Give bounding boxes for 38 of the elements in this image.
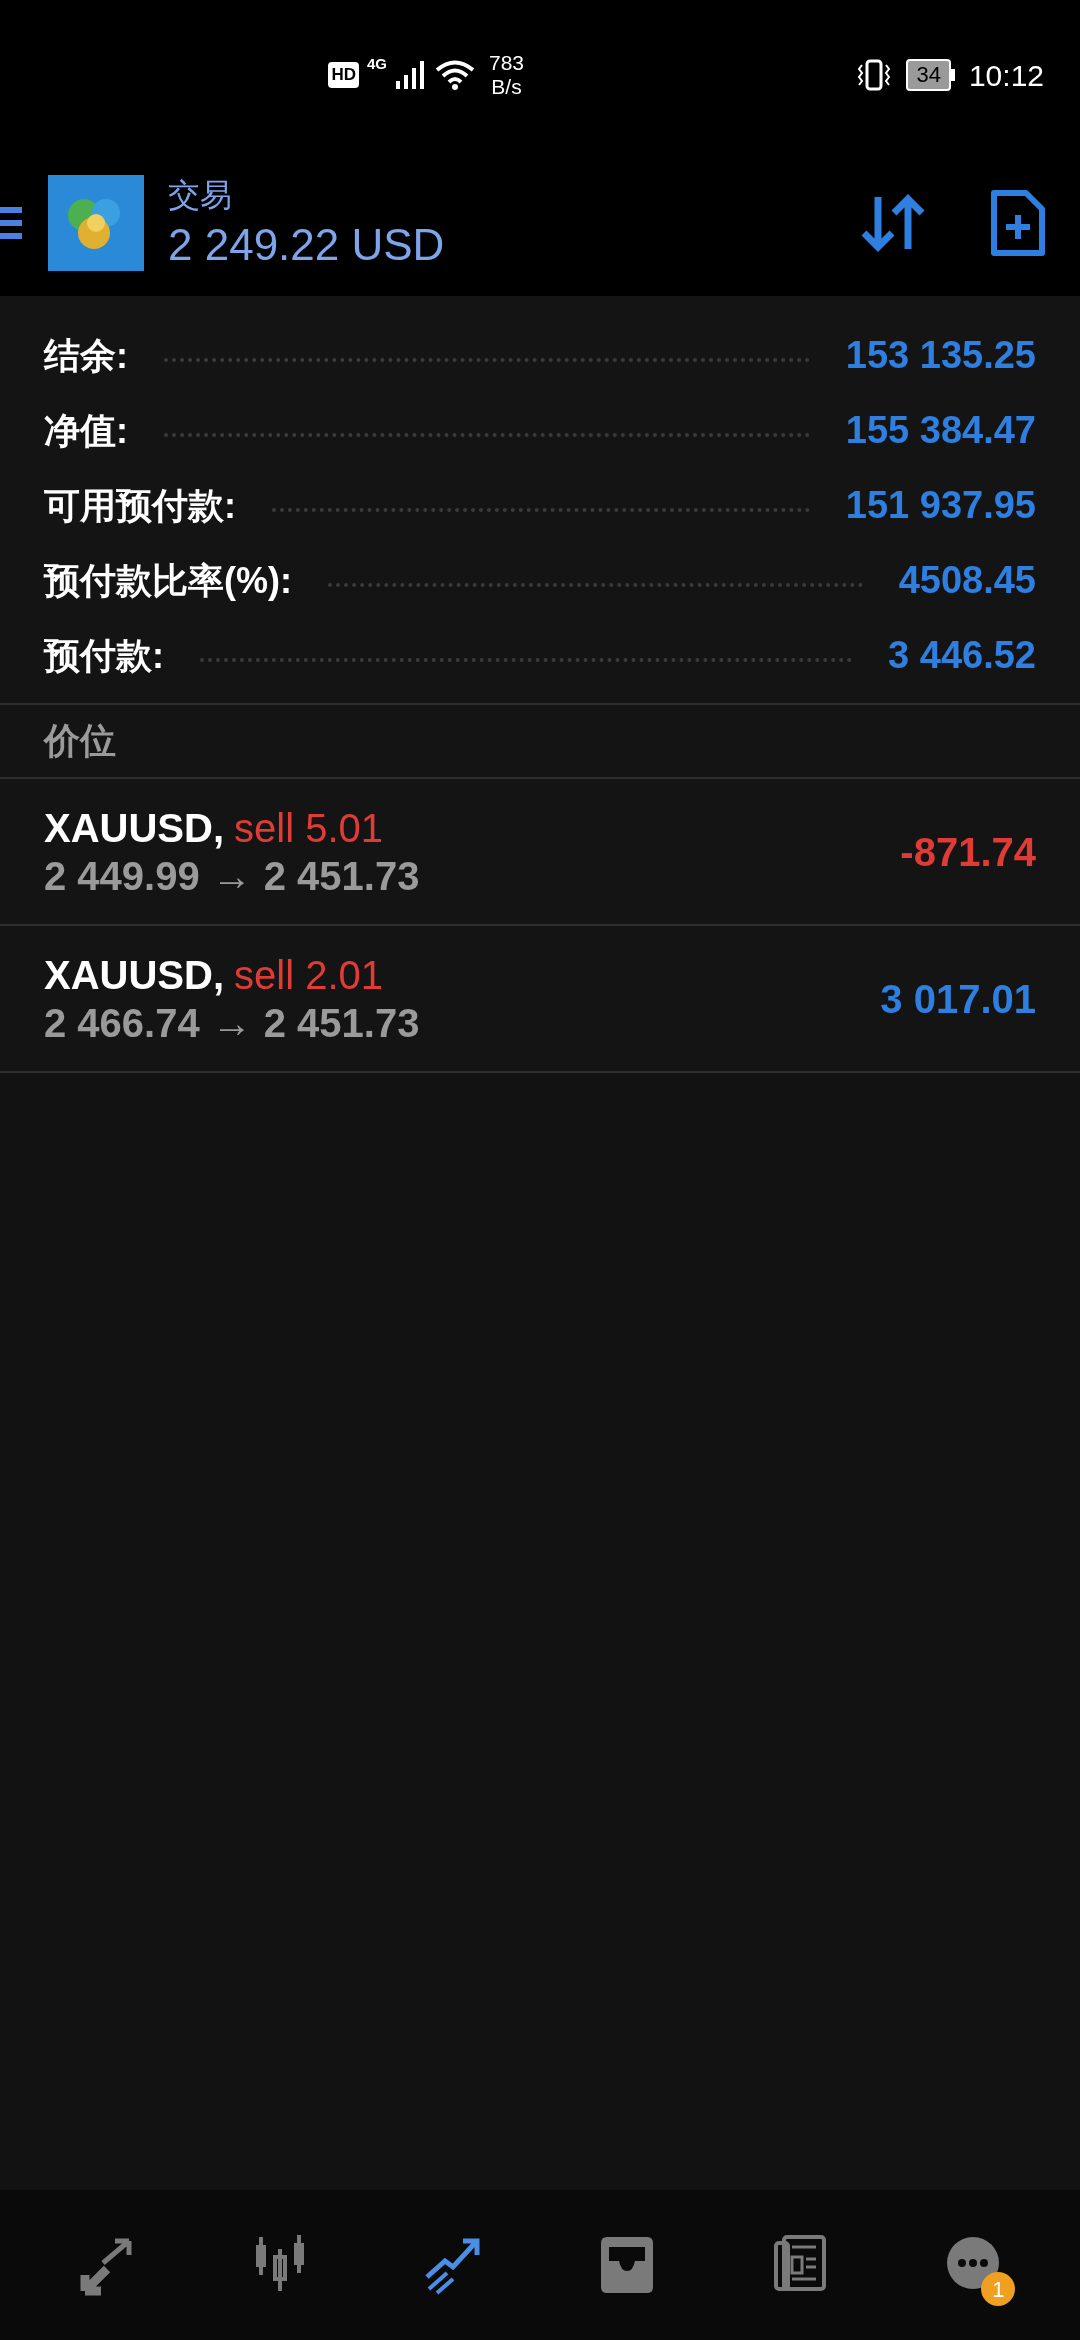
speed-unit: B/s bbox=[491, 75, 522, 99]
current-price: 2 451.73 bbox=[263, 855, 420, 896]
summary-label: 结余: bbox=[44, 333, 128, 378]
signal-icon bbox=[395, 59, 427, 91]
profit-value: 3 017.01 bbox=[880, 975, 1036, 1023]
vibrate-icon bbox=[856, 57, 893, 93]
summary-value: 3 446.52 bbox=[888, 633, 1036, 678]
network-speed: 783 bbox=[489, 51, 525, 75]
account-balance: 2 249.22 USD bbox=[168, 223, 445, 267]
section-header: 价位 bbox=[44, 719, 116, 763]
hd-indicator: HD bbox=[328, 62, 359, 88]
symbol-label: XAUUSD, bbox=[44, 954, 225, 995]
summary-label: 预付款: bbox=[44, 633, 164, 678]
order-side: sell 2.01 bbox=[234, 954, 383, 995]
notification-badge: 1 bbox=[981, 2272, 1016, 2306]
battery-indicator: 34 bbox=[906, 59, 955, 91]
open-price: 2 449.99 bbox=[44, 855, 200, 896]
wifi-icon bbox=[435, 59, 475, 91]
summary-value: 4508.45 bbox=[898, 558, 1036, 603]
menu-icon[interactable] bbox=[0, 205, 22, 241]
clock: 10:12 bbox=[968, 57, 1044, 94]
profit-value: -871.74 bbox=[900, 828, 1036, 876]
network-type: 4G bbox=[366, 54, 387, 74]
arrow-symbol: → bbox=[211, 1002, 252, 1043]
app-logo-icon bbox=[48, 175, 144, 271]
open-price: 2 466.74 bbox=[44, 1002, 200, 1043]
summary-value: 155 384.47 bbox=[845, 408, 1036, 453]
arrow-symbol: → bbox=[211, 855, 252, 896]
summary-label: 可用预付款: bbox=[44, 483, 236, 528]
summary-label: 预付款比率(%): bbox=[44, 558, 292, 603]
summary-label: 净值: bbox=[44, 408, 128, 453]
summary-value: 151 937.95 bbox=[845, 483, 1036, 528]
current-price: 2 451.73 bbox=[263, 1002, 420, 1043]
symbol-label: XAUUSD, bbox=[44, 807, 225, 848]
screen-title: 交易 bbox=[168, 179, 233, 211]
summary-value: 153 135.25 bbox=[845, 333, 1036, 378]
new-document-icon[interactable] bbox=[990, 189, 1046, 257]
order-side: sell 5.01 bbox=[234, 807, 383, 848]
